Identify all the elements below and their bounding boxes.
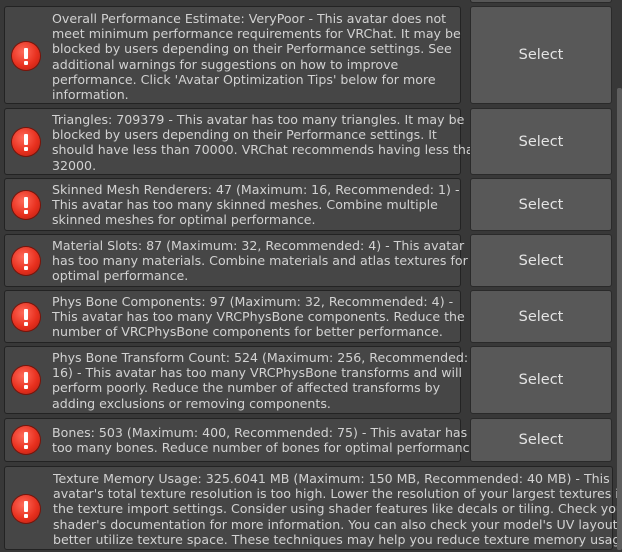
warning-text-line: meet minimum performance requirements fo… — [52, 26, 461, 42]
performance-warning-triangles: Triangles: 709379 - This avatar has too … — [4, 108, 482, 175]
warning-text-line: skinned meshes for optimal performance. — [52, 212, 316, 228]
warning-text-line: This avatar has too many skinned meshes.… — [52, 197, 438, 213]
warning-text-line: Texture Memory Usage: 325.6041 MB (Maxim… — [53, 471, 610, 486]
warning-text-line: Material Slots: 87 (Maximum: 32, Recomme… — [52, 238, 465, 253]
performance-warning-bones: Bones: 503 (Maximum: 400, Recommended: 7… — [4, 418, 482, 462]
warning-text-line: too many bones. Reduce number of bones f… — [52, 440, 482, 456]
warning-text-line: better utilize texture space. These tech… — [53, 531, 622, 547]
performance-warning-overall: Overall Performance Estimate: VeryPoor -… — [4, 6, 461, 104]
warning-text-line: adding exclusions or removing components… — [52, 395, 331, 411]
warning-text-line: should have less than 70000. VRChat reco… — [52, 142, 482, 158]
select-button-phys-bone-components[interactable]: Select — [470, 290, 612, 343]
warning-text-line: avatar's total texture resolution is too… — [53, 486, 622, 502]
scrollbar-thumb[interactable] — [617, 88, 622, 550]
warning-text: Material Slots: 87 (Maximum: 32, Recomme… — [52, 238, 468, 284]
error-icon — [12, 495, 40, 523]
warning-text: Bones: 503 (Maximum: 400, Recommended: 7… — [52, 425, 482, 456]
warning-text-line: perform poorly. Reduce the number of aff… — [52, 380, 441, 396]
warning-text-line: blocked by users depending on their Perf… — [52, 41, 452, 57]
select-button-material-slots[interactable]: Select — [470, 234, 612, 287]
error-icon — [12, 128, 40, 156]
warning-text: Phys Bone Transform Count: 524 (Maximum:… — [52, 350, 469, 411]
warning-text-line: Phys Bone Components: 97 (Maximum: 32, R… — [52, 294, 454, 309]
error-icon — [12, 42, 40, 70]
warning-text-line: optimal performance. — [52, 268, 189, 284]
warning-text-line: This avatar has too many VRCPhysBone com… — [52, 309, 465, 325]
warning-text-line: Triangles: 709379 - This avatar has too … — [52, 112, 465, 127]
previous-select-button-edge[interactable] — [470, 0, 612, 3]
select-button-skinned-meshes[interactable]: Select — [470, 178, 612, 231]
error-icon — [12, 303, 40, 331]
performance-warning-texture-memory: Texture Memory Usage: 325.6041 MB (Maxim… — [4, 466, 622, 550]
warning-text-line: blocked by users depending on their Perf… — [52, 127, 437, 143]
warning-text-line: 32000. — [52, 157, 97, 173]
warning-text-line: number of VRCPhysBone components for bet… — [52, 324, 443, 340]
warning-text-line: Phys Bone Transform Count: 524 (Maximum:… — [52, 350, 469, 365]
warning-text: Phys Bone Components: 97 (Maximum: 32, R… — [52, 294, 465, 340]
warning-text-line: Bones: 503 (Maximum: 400, Recommended: 7… — [52, 425, 468, 440]
select-button-bones[interactable]: Select — [470, 418, 612, 462]
select-button-triangles[interactable]: Select — [470, 108, 612, 175]
warning-text: Overall Performance Estimate: VeryPoor -… — [52, 11, 461, 103]
performance-warning-material-slots: Material Slots: 87 (Maximum: 32, Recomme… — [4, 234, 468, 287]
validation-panel: Overall Performance Estimate: VeryPoor -… — [0, 0, 622, 552]
warning-text-line: Overall Performance Estimate: VeryPoor -… — [52, 11, 447, 26]
performance-warning-phys-bone-components: Phys Bone Components: 97 (Maximum: 32, R… — [4, 290, 465, 343]
warning-text-line: has too many materials. Combine material… — [52, 253, 468, 269]
warning-text: Skinned Mesh Renderers: 47 (Maximum: 16,… — [52, 182, 460, 228]
warning-text-line: the texture import settings. Consider us… — [53, 501, 622, 517]
select-button-overall[interactable]: Select — [470, 6, 612, 104]
warning-text-line: Skinned Mesh Renderers: 47 (Maximum: 16,… — [52, 182, 460, 197]
performance-warning-phys-bone-transforms: Phys Bone Transform Count: 524 (Maximum:… — [4, 346, 469, 414]
error-icon — [12, 191, 40, 219]
warning-text-line: additional warnings for suggestions on h… — [52, 56, 399, 72]
performance-warning-skinned-meshes: Skinned Mesh Renderers: 47 (Maximum: 16,… — [4, 178, 461, 231]
warning-text-line: information. — [52, 87, 129, 103]
error-icon — [12, 426, 40, 454]
error-icon — [12, 247, 40, 275]
select-button-phys-bone-transforms[interactable]: Select — [470, 346, 612, 414]
warning-text: Texture Memory Usage: 325.6041 MB (Maxim… — [53, 471, 622, 547]
warning-text: Triangles: 709379 - This avatar has too … — [52, 112, 482, 173]
warning-text-line: 16) - This avatar has too many VRCPhysBo… — [52, 365, 462, 381]
error-icon — [12, 366, 40, 394]
warning-text-line: shader's documentation for more informat… — [53, 516, 622, 532]
warning-text-line: performance. Click 'Avatar Optimization … — [52, 71, 436, 87]
